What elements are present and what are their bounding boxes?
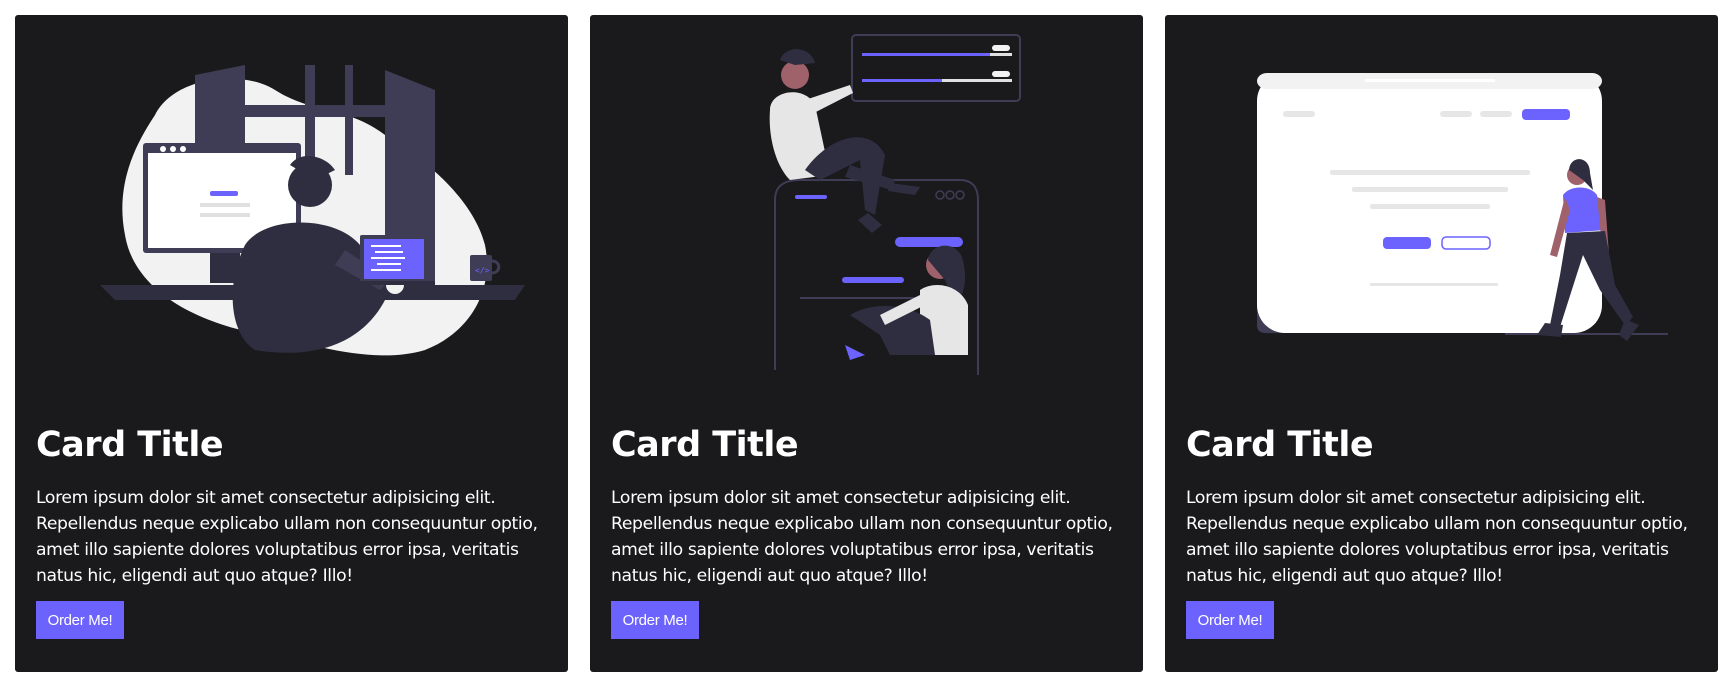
card-text: Lorem ipsum dolor sit amet consectetur a… xyxy=(36,488,538,586)
cards-container: </> Card Title Lorem ipsum dolor sit ame… xyxy=(0,0,1734,694)
card: Card Title Lorem ipsum dolor sit amet co… xyxy=(1165,15,1718,672)
card: </> Card Title Lorem ipsum dolor sit ame… xyxy=(15,15,568,672)
card-title: Card Title xyxy=(1186,425,1374,465)
order-button[interactable]: Order Me! xyxy=(611,601,699,639)
card-title: Card Title xyxy=(36,425,224,465)
card: Card Title Lorem ipsum dolor sit amet co… xyxy=(590,15,1143,672)
order-button[interactable]: Order Me! xyxy=(1186,601,1274,639)
order-button[interactable]: Order Me! xyxy=(36,601,124,639)
card-text: Lorem ipsum dolor sit amet consectetur a… xyxy=(1186,488,1688,586)
card-text: Lorem ipsum dolor sit amet consectetur a… xyxy=(611,488,1113,586)
card-title: Card Title xyxy=(611,425,799,465)
svg-text:</>: </> xyxy=(475,266,490,275)
developer-at-desk-illustration: </> xyxy=(15,15,568,375)
people-with-phone-illustration xyxy=(590,15,1143,375)
woman-walking-by-webpage-illustration xyxy=(1165,15,1718,375)
